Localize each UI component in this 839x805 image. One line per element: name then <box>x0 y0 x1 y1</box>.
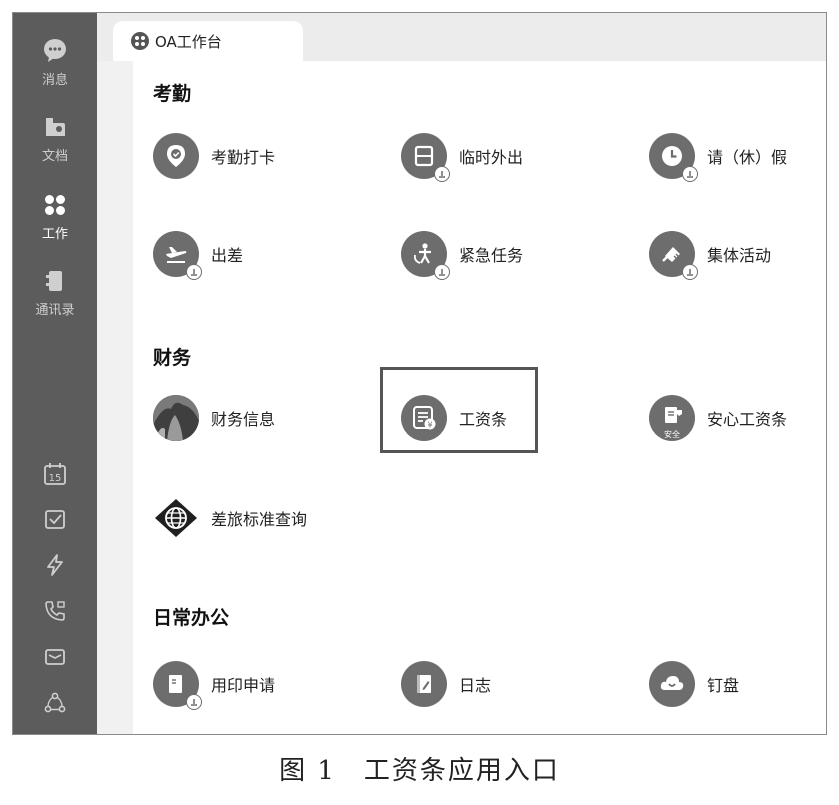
contacts-book-icon <box>46 271 62 291</box>
stamp-document-icon <box>169 675 182 693</box>
journal-icon <box>417 675 431 693</box>
app-label: 集体活动 <box>707 246 772 265</box>
clock-icon <box>662 146 682 166</box>
tab-oa-workbench[interactable]: OA工作台 <box>113 21 303 61</box>
app-group-activity[interactable]: 集体活动 <box>649 231 772 280</box>
photo-thumbnail-icon <box>153 395 199 441</box>
checkbox-icon <box>45 510 65 529</box>
airplane-icon <box>166 247 187 263</box>
person-urgent-icon <box>413 243 431 264</box>
sidebar-item-label: 文档 <box>41 149 68 164</box>
section-title-daily-office: 日常办公 <box>153 607 230 629</box>
app-icon: 安全 <box>649 395 695 441</box>
figure-caption: 图 1 工资条应用入口 <box>279 756 560 786</box>
app-safe-payslip[interactable]: 安全 安心工资条 <box>649 395 787 441</box>
sidebar-item-label: 通讯录 <box>35 303 75 318</box>
app-label: 安心工资条 <box>707 410 788 429</box>
app-label: 钉盘 <box>707 676 740 695</box>
mail-icon <box>45 649 65 665</box>
sidebar-item-messages[interactable]: 消息 <box>13 37 97 88</box>
badge-icon <box>186 264 202 280</box>
network-icon <box>44 692 66 713</box>
app-icon <box>401 133 450 182</box>
app-label: 出差 <box>211 246 244 265</box>
todo-button[interactable] <box>13 507 97 535</box>
content-gutter <box>97 61 133 734</box>
app-icon <box>401 661 447 707</box>
flag-icon <box>662 247 680 262</box>
tab-bar: OA工作台 <box>97 13 826 61</box>
safe-payslip-icon <box>665 407 682 423</box>
phone-video-icon <box>45 601 65 621</box>
sidebar-item-contacts[interactable]: 通讯录 <box>13 269 97 318</box>
app-business-trip[interactable]: 出差 <box>153 231 244 280</box>
safe-badge-text: 安全 <box>664 430 680 439</box>
app-finance-info[interactable]: 财务信息 <box>153 395 275 441</box>
lightning-icon <box>47 554 63 576</box>
payslip-highlight-box <box>380 367 538 453</box>
app-label: 用印申请 <box>211 676 276 695</box>
app-ding-disk[interactable]: 钉盘 <box>649 661 739 707</box>
app-icon <box>649 661 695 707</box>
chat-bubble-icon <box>44 39 66 62</box>
badge-icon <box>682 166 698 182</box>
app-journal[interactable]: 日志 <box>401 661 491 707</box>
app-travel-standard-query[interactable]: 差旅标准查询 <box>153 495 307 541</box>
folder-icon <box>46 118 65 136</box>
workbench-icon <box>131 32 149 50</box>
sidebar-item-label: 工作 <box>41 227 68 242</box>
app-icon <box>401 231 450 280</box>
app-label: 紧急任务 <box>459 246 524 265</box>
app-seal-request[interactable]: 用印申请 <box>153 661 276 710</box>
app-icon <box>649 231 698 280</box>
section-title-finance: 财务 <box>153 347 192 369</box>
section-title-attendance: 考勤 <box>153 83 192 105</box>
badge-icon <box>434 264 450 280</box>
calendar-day-text: 15 <box>49 473 62 484</box>
calendar-button[interactable]: 15 <box>13 461 97 491</box>
app-attendance-checkin[interactable]: 考勤打卡 <box>153 133 275 179</box>
app-urgent-task[interactable]: 紧急任务 <box>401 231 524 280</box>
sidebar-item-label: 消息 <box>41 73 68 88</box>
door-icon <box>414 145 434 167</box>
app-label: 财务信息 <box>211 410 276 429</box>
app-label: 考勤打卡 <box>211 148 276 167</box>
badge-icon <box>434 166 450 182</box>
sidebar-item-work[interactable]: 工作 <box>13 193 97 242</box>
globe-icon <box>155 499 197 537</box>
app-temporary-outing[interactable]: 临时外出 <box>401 133 524 182</box>
app-icon <box>153 395 199 441</box>
app-label: 差旅标准查询 <box>211 510 308 529</box>
app-leave-request[interactable]: 请（休）假 <box>649 133 788 182</box>
app-label: 日志 <box>459 676 492 695</box>
badge-icon <box>186 694 202 710</box>
cloud-icon <box>660 676 684 690</box>
call-button[interactable] <box>13 599 97 627</box>
app-window: 消息 文档 工作 通讯录 15 OA工作台 考勤 考勤打卡 临时外出 请（休）假… <box>12 12 827 735</box>
grid-apps-icon <box>45 195 65 215</box>
app-icon <box>153 231 202 280</box>
app-icon <box>153 133 199 179</box>
app-label: 临时外出 <box>459 148 524 167</box>
calendar-icon: 15 <box>44 463 66 485</box>
tab-title: OA工作台 <box>155 32 222 51</box>
org-button[interactable] <box>13 691 97 719</box>
badge-icon <box>682 264 698 280</box>
app-icon <box>153 495 199 541</box>
ding-button[interactable] <box>13 553 97 581</box>
location-check-icon <box>167 145 185 167</box>
app-icon <box>649 133 698 182</box>
mail-button[interactable] <box>13 645 97 673</box>
sidebar-item-docs[interactable]: 文档 <box>13 115 97 164</box>
app-icon <box>153 661 202 710</box>
sidebar: 消息 文档 工作 通讯录 15 <box>13 13 97 734</box>
app-label: 请（休）假 <box>707 148 788 167</box>
